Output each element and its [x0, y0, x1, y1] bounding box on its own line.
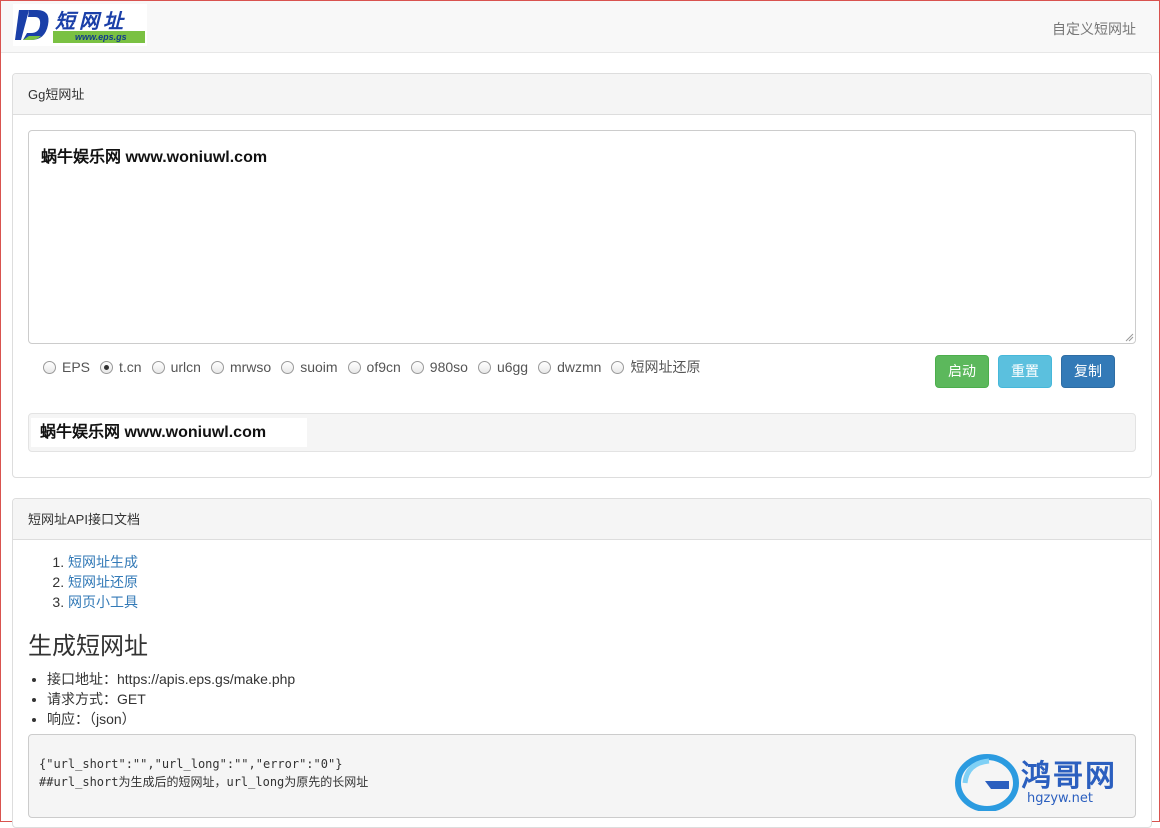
- result-text[interactable]: 蜗牛娱乐网 www.woniuwl.com: [31, 418, 307, 447]
- watermark-g-icon: [955, 754, 1019, 811]
- radio-tcn[interactable]: t.cn: [100, 359, 148, 375]
- copy-button[interactable]: 复制: [1061, 355, 1115, 388]
- code-line: ##url_short为生成后的短网址，url_long为原先的长网址: [39, 775, 369, 789]
- radio-restore[interactable]: 短网址还原: [611, 357, 706, 377]
- toc-link-restore[interactable]: 短网址还原: [68, 574, 138, 590]
- logo-url: www.eps.gs: [53, 31, 145, 43]
- resize-grip-icon[interactable]: [1124, 332, 1134, 342]
- radio-u6gg[interactable]: u6gg: [477, 359, 534, 375]
- radio-circle[interactable]: [43, 360, 56, 374]
- radio-label: u6gg: [496, 359, 529, 375]
- radio-label: mrwso: [229, 359, 272, 375]
- spec-item: 响应：（json）: [47, 709, 1136, 729]
- logo-d-icon: [15, 10, 49, 40]
- radio-circle[interactable]: [347, 360, 361, 374]
- radio-circle[interactable]: [538, 360, 552, 374]
- api-doc-panel-title: 短网址API接口文档: [13, 499, 1151, 540]
- navbar: 短网址 www.eps.gs 自定义短网址: [1, 1, 1159, 53]
- site-logo[interactable]: 短网址 www.eps.gs: [13, 4, 147, 46]
- watermark-text: 鸿哥网: [1021, 759, 1117, 794]
- radio-label: of9cn: [366, 359, 401, 375]
- radio-label: 980so: [429, 359, 468, 375]
- shortener-panel: Gg短网址 蜗牛娱乐网 www.woniuwl.com EPS t.cn url…: [12, 73, 1152, 478]
- watermark: 鸿哥网 hgzyw.net: [955, 751, 1151, 813]
- radio-mrwso[interactable]: mrwso: [210, 359, 277, 375]
- radio-label: 短网址还原: [630, 359, 701, 375]
- spec-item: 请求方式：GET: [47, 689, 1136, 709]
- result-output-box: 蜗牛娱乐网 www.woniuwl.com: [28, 413, 1136, 452]
- custom-short-url-link[interactable]: 自定义短网址: [1052, 19, 1136, 39]
- radio-label: dwzmn: [557, 359, 602, 375]
- toc-item: 网页小工具: [68, 592, 1136, 612]
- radio-eps[interactable]: EPS: [43, 359, 96, 375]
- shortener-panel-title: Gg短网址: [13, 74, 1151, 115]
- doc-toc: 短网址生成 短网址还原 网页小工具: [28, 552, 1136, 612]
- radio-of9cn[interactable]: of9cn: [347, 359, 407, 375]
- radio-urlcn[interactable]: urlcn: [151, 359, 207, 375]
- radio-circle[interactable]: [410, 360, 424, 374]
- api-spec-list: 接口地址：https://apis.eps.gs/make.php 请求方式：G…: [28, 669, 1136, 729]
- radio-circle[interactable]: [151, 360, 165, 374]
- radio-circle[interactable]: [611, 360, 625, 374]
- logo-text: 短网址: [55, 9, 127, 33]
- url-input-textarea[interactable]: 蜗牛娱乐网 www.woniuwl.com: [28, 130, 1136, 344]
- service-radio-group: EPS t.cn urlcn mrwso suoim of9cn 980so u…: [43, 357, 710, 377]
- reset-button[interactable]: 重置: [998, 355, 1052, 388]
- radio-circle[interactable]: [281, 360, 295, 374]
- radio-circle-checked[interactable]: [100, 360, 114, 374]
- toc-link-widget[interactable]: 网页小工具: [68, 594, 138, 610]
- watermark-url: hgzyw.net: [1027, 791, 1093, 806]
- toc-item: 短网址生成: [68, 552, 1136, 572]
- start-button[interactable]: 启动: [935, 355, 989, 388]
- radio-circle[interactable]: [477, 360, 491, 374]
- radio-label: suoim: [300, 359, 338, 375]
- radio-980so[interactable]: 980so: [410, 359, 474, 375]
- radio-label: urlcn: [170, 359, 201, 375]
- section-title: 生成短网址: [28, 632, 148, 660]
- code-line: {"url_short":"","url_long":"","error":"0…: [39, 757, 343, 771]
- radio-dwzmn[interactable]: dwzmn: [538, 359, 607, 375]
- spec-item: 接口地址：https://apis.eps.gs/make.php: [47, 669, 1136, 689]
- radio-suoim[interactable]: suoim: [281, 359, 343, 375]
- toc-link-generate[interactable]: 短网址生成: [68, 554, 138, 570]
- toc-item: 短网址还原: [68, 572, 1136, 592]
- radio-label: t.cn: [119, 359, 142, 375]
- radio-circle[interactable]: [210, 360, 224, 374]
- radio-label: EPS: [62, 359, 91, 375]
